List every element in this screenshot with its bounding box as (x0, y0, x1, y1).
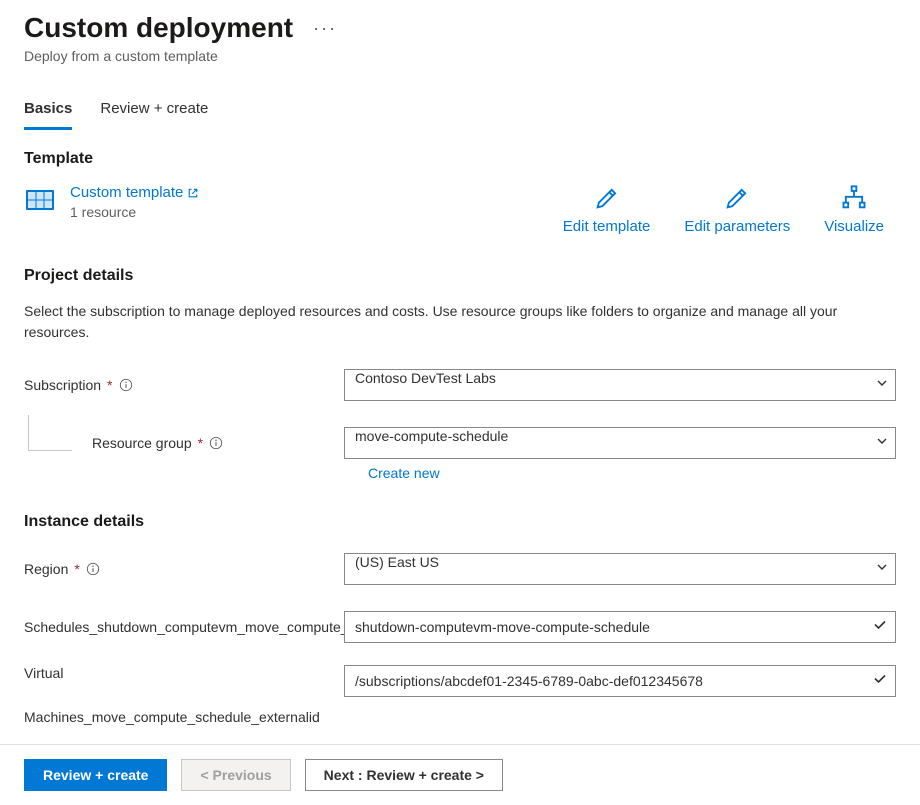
subscription-label: Subscription * (24, 376, 344, 394)
section-instance-header: Instance details (24, 513, 896, 531)
hierarchy-icon (840, 184, 868, 212)
required-star: * (107, 376, 112, 394)
tree-connector (28, 415, 72, 451)
subscription-row: Subscription * Contoso DevTest Labs (24, 365, 896, 405)
schedule-name-input[interactable] (344, 611, 896, 643)
pencil-icon (723, 184, 751, 212)
vm-externalid-input[interactable] (344, 665, 896, 697)
edit-template-label: Edit template (563, 218, 651, 235)
next-button[interactable]: Next : Review + create > (305, 759, 503, 791)
edit-parameters-label: Edit parameters (684, 218, 790, 235)
page-title: Custom deployment (24, 12, 293, 44)
review-create-button[interactable]: Review + create (24, 759, 167, 791)
info-icon[interactable] (209, 436, 223, 450)
edit-parameters-button[interactable]: Edit parameters (684, 184, 790, 235)
region-select[interactable]: (US) East US (344, 553, 896, 585)
tab-basics[interactable]: Basics (24, 100, 72, 130)
deployment-page: Custom deployment ··· Deploy from a cust… (0, 0, 920, 725)
vm-externalid-label: Virtual (24, 665, 344, 681)
required-star: * (74, 560, 79, 578)
custom-template-link[interactable]: Custom template (70, 184, 199, 201)
pencil-icon (593, 184, 621, 212)
template-summary: Custom template 1 resource (24, 184, 199, 220)
resource-group-row: Resource group * move-compute-schedule (24, 427, 896, 459)
template-actions: Edit template Edit parameters Visualize (563, 184, 896, 235)
visualize-label: Visualize (824, 218, 884, 235)
resource-group-label: Resource group * (92, 435, 344, 451)
edit-template-button[interactable]: Edit template (563, 184, 651, 235)
more-actions-button[interactable]: ··· (313, 18, 337, 39)
subscription-select[interactable]: Contoso DevTest Labs (344, 369, 896, 401)
page-subtitle: Deploy from a custom template (24, 48, 896, 64)
custom-template-link-label: Custom template (70, 184, 183, 201)
vm-externalid-row: Virtual (24, 665, 896, 705)
schedule-name-label: Schedules_shutdown_computevm_move_comput… (24, 618, 344, 636)
previous-button: < Previous (181, 759, 290, 791)
footer: Review + create < Previous Next : Review… (0, 744, 920, 805)
visualize-button[interactable]: Visualize (824, 184, 884, 235)
resource-count: 1 resource (70, 204, 199, 220)
create-new-link[interactable]: Create new (368, 465, 896, 481)
required-star: * (198, 435, 203, 451)
schedule-name-row: Schedules_shutdown_computevm_move_comput… (24, 607, 896, 647)
info-icon[interactable] (86, 562, 100, 576)
external-link-icon (187, 187, 199, 199)
resource-group-select[interactable]: move-compute-schedule (344, 427, 896, 459)
tabs: Basics Review + create (24, 100, 896, 130)
region-label: Region * (24, 560, 344, 578)
region-row: Region * (US) East US (24, 549, 896, 589)
tab-review-create[interactable]: Review + create (100, 100, 208, 130)
section-template-header: Template (24, 150, 896, 168)
template-icon (24, 184, 56, 216)
project-description: Select the subscription to manage deploy… (24, 301, 894, 343)
section-project-header: Project details (24, 267, 896, 285)
info-icon[interactable] (119, 378, 133, 392)
vm-externalid-label-cont: Machines_move_compute_schedule_externali… (24, 709, 896, 725)
title-row: Custom deployment ··· (24, 0, 896, 44)
template-row: Custom template 1 resource Edit template (24, 184, 896, 235)
